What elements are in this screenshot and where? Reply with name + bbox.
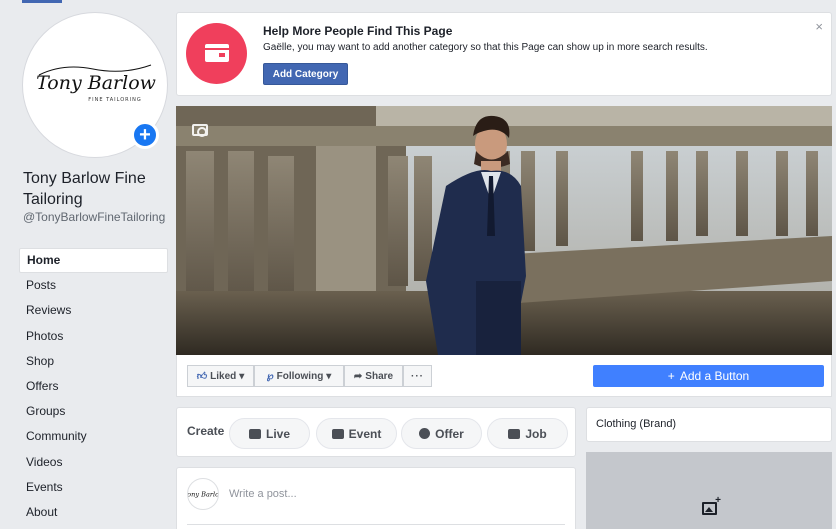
rss-icon: ℘ xyxy=(266,370,274,382)
share-arrow-icon: ➦ xyxy=(353,370,363,382)
add-profile-photo-button[interactable]: + xyxy=(131,121,159,149)
close-icon[interactable]: × xyxy=(815,19,823,34)
share-label: Share xyxy=(365,370,394,382)
job-label: Job xyxy=(525,426,547,441)
nav-item-reviews[interactable]: Reviews xyxy=(19,298,168,323)
create-live-button[interactable]: Live xyxy=(229,418,310,449)
logo-wordmark: Tony Barlow xyxy=(36,72,156,94)
nav-item-groups[interactable]: Groups xyxy=(19,399,168,424)
share-button[interactable]: ➦ Share xyxy=(344,365,403,387)
page-title: Tony Barlow Fine Tailoring xyxy=(23,170,146,208)
composer-avatar: Tony Barlow xyxy=(187,478,219,510)
briefcase-icon xyxy=(508,428,521,439)
create-job-button[interactable]: Job xyxy=(487,418,568,449)
liked-button[interactable]: 👍︎ Liked ▾ xyxy=(187,365,254,387)
page-category[interactable]: Clothing (Brand) xyxy=(586,407,832,442)
notice-text: Gaëlle, you may want to add another cate… xyxy=(263,42,708,53)
page-nav: Home Posts Reviews Photos Shop Offers Gr… xyxy=(19,248,168,525)
svg-text:Tony Barlow: Tony Barlow xyxy=(188,491,219,499)
brand-logo-small: Tony Barlow xyxy=(188,491,219,499)
event-label: Event xyxy=(348,426,382,441)
nav-item-shop[interactable]: Shop xyxy=(19,349,168,374)
create-offer-button[interactable]: Offer xyxy=(401,418,482,449)
page-username[interactable]: @TonyBarlowFineTailoring xyxy=(23,211,169,224)
nav-item-videos[interactable]: Videos xyxy=(19,450,168,475)
add-photo-icon[interactable] xyxy=(702,495,721,515)
left-column: Tony Barlow FINE TAILORING + Tony Barlow… xyxy=(0,0,172,529)
notice-title: Help More People Find This Page xyxy=(263,24,453,38)
video-camera-icon xyxy=(248,428,261,439)
live-label: Live xyxy=(265,426,290,441)
page-action-bar: 👍︎ Liked ▾ ℘ Following ▾ ➦ Share ··· + A… xyxy=(176,355,832,397)
camera-icon[interactable] xyxy=(192,124,208,137)
calendar-icon xyxy=(331,428,344,439)
liked-label: Liked xyxy=(210,370,237,382)
nav-item-about[interactable]: About xyxy=(19,500,168,525)
location-photo-placeholder[interactable] xyxy=(586,452,832,529)
nav-item-home[interactable]: Home xyxy=(19,248,168,274)
following-label: Following xyxy=(276,370,324,382)
add-category-button[interactable]: Add Category xyxy=(263,63,348,85)
create-event-button[interactable]: Event xyxy=(316,418,397,449)
plus-icon: + xyxy=(667,369,675,383)
caret-down-icon: ▾ xyxy=(239,370,245,382)
cover-image xyxy=(176,106,832,355)
composer-divider xyxy=(187,524,565,525)
nav-item-community[interactable]: Community xyxy=(19,424,168,449)
following-button[interactable]: ℘ Following ▾ xyxy=(254,365,344,387)
add-button-label: Add a Button xyxy=(679,369,750,383)
write-post-input[interactable]: Write a post... xyxy=(229,488,297,500)
composer: Tony Barlow Write a post... xyxy=(176,467,576,529)
nav-item-offers[interactable]: Offers xyxy=(19,374,168,399)
thumbs-up-icon: 👍︎ xyxy=(196,371,208,382)
category-suggestion-card: Help More People Find This Page Gaëlle, … xyxy=(176,12,832,96)
page-category-icon xyxy=(186,23,247,84)
cover-photo[interactable] xyxy=(176,106,832,355)
logo-subtext: FINE TAILORING xyxy=(88,97,142,103)
plus-icon: + xyxy=(139,124,151,146)
more-options-button[interactable]: ··· xyxy=(403,365,432,387)
add-a-button-button[interactable]: + Add a Button xyxy=(593,365,824,387)
nav-item-posts[interactable]: Posts xyxy=(19,273,168,298)
caret-down-icon: ▾ xyxy=(326,370,332,382)
offer-tag-icon xyxy=(419,428,431,439)
offer-label: Offer xyxy=(435,426,464,441)
nav-item-photos[interactable]: Photos xyxy=(19,324,168,349)
create-label: Create xyxy=(187,424,225,438)
create-panel: Create Live Event Offer Job xyxy=(176,407,576,457)
nav-item-events[interactable]: Events xyxy=(19,475,168,500)
